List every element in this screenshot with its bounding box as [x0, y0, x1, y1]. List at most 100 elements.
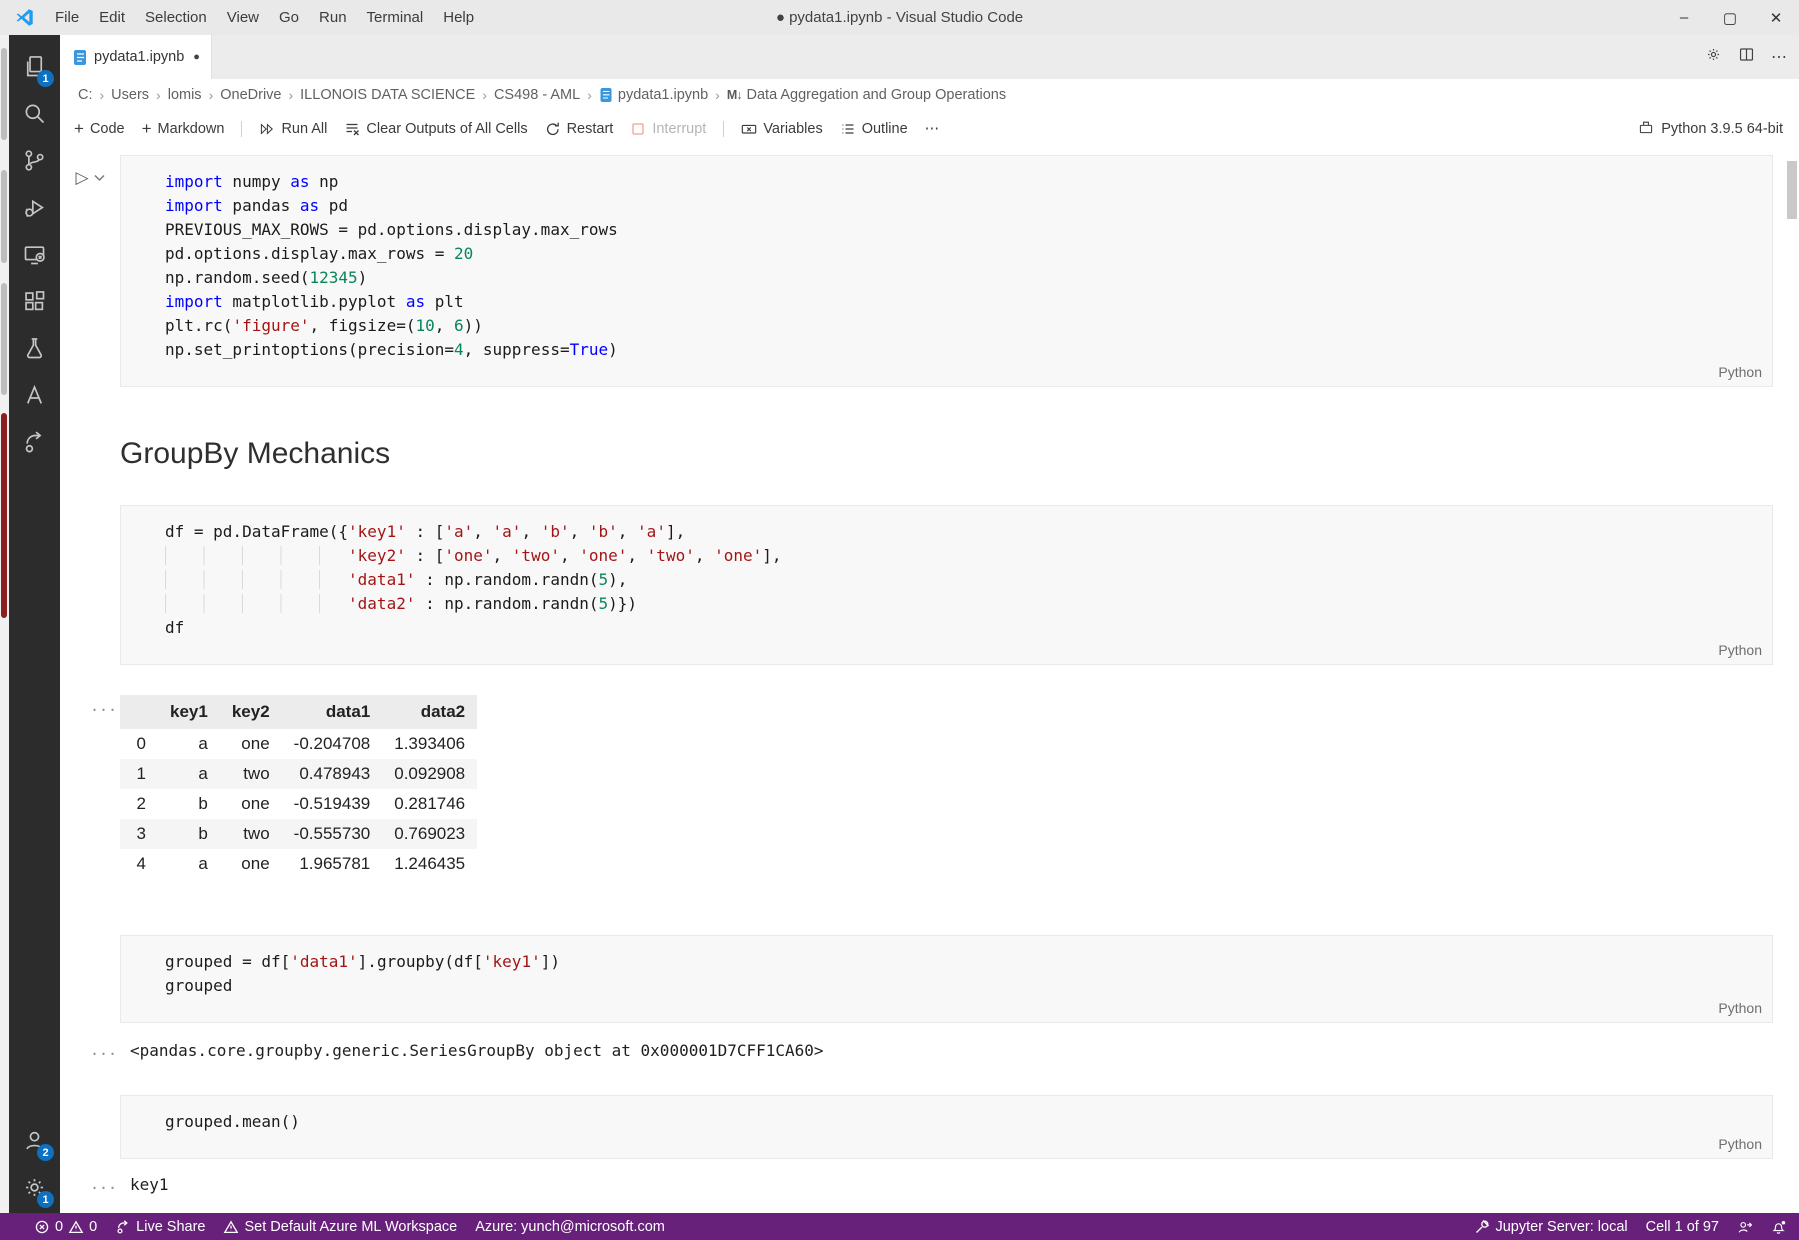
code-cell-1: ▷ import numpy as npimport pandas as pdP… — [60, 155, 1799, 387]
activity-source-control[interactable] — [9, 139, 60, 186]
menu-view[interactable]: View — [217, 0, 269, 35]
breadcrumb-item[interactable]: lomis — [168, 87, 202, 103]
status-label: 0 — [89, 1219, 97, 1235]
code-line: grouped.mean() — [165, 1110, 1772, 1134]
table-cell: -0.519439 — [282, 789, 383, 819]
cell-editor[interactable]: df = pd.DataFrame({'key1' : ['a', 'a', '… — [120, 505, 1773, 665]
scrollbar-thumb[interactable] — [1787, 161, 1797, 219]
more-actions-button[interactable]: ⋯ — [1771, 47, 1787, 67]
titlebar: FileEditSelectionViewGoRunTerminalHelp ●… — [0, 0, 1799, 35]
run-all-button[interactable]: Run All — [259, 121, 327, 137]
outline-button[interactable]: Outline — [840, 121, 908, 137]
notebook-icon — [599, 87, 613, 103]
run-all-icon — [259, 121, 275, 137]
breadcrumb-item[interactable]: pydata1.ipynb — [599, 87, 708, 103]
activity-run-debug[interactable] — [9, 186, 60, 233]
run-cell-button[interactable]: ▷ — [75, 169, 88, 186]
status-notifications[interactable] — [1771, 1213, 1787, 1240]
cell-gutter — [60, 935, 120, 1023]
activity-accounts[interactable]: 2 — [9, 1119, 60, 1166]
code-line: import matplotlib.pyplot as plt — [165, 290, 1772, 314]
maximize-button[interactable]: ▢ — [1707, 0, 1753, 35]
markdown-cell[interactable]: GroupBy Mechanics — [120, 437, 1799, 477]
status-live-share[interactable]: Live Share — [115, 1213, 205, 1240]
more-actions-icon: ⋯ — [1771, 49, 1787, 66]
code-line: import numpy as np — [165, 170, 1772, 194]
code-line: np.set_printoptions(precision=4, suppres… — [165, 338, 1772, 362]
table-row: 2bone-0.5194390.281746 — [120, 789, 477, 819]
activity-search[interactable] — [9, 92, 60, 139]
status-problems[interactable]: 00 — [34, 1213, 97, 1240]
split-editor-button[interactable] — [1738, 46, 1755, 68]
cell-editor[interactable]: grouped.mean() Python — [120, 1095, 1773, 1159]
tab-actions: ⋯ — [1705, 35, 1787, 79]
table-cell: one — [220, 849, 282, 879]
more-toolbar-actions-button[interactable]: ⋯ — [925, 121, 940, 137]
cell-gutter — [60, 505, 120, 665]
breadcrumb-label: OneDrive — [220, 87, 281, 103]
menu-selection[interactable]: Selection — [135, 0, 217, 35]
status-cell-indicator[interactable]: Cell 1 of 97 — [1646, 1213, 1719, 1240]
activity-extensions[interactable] — [9, 280, 60, 327]
status-jupyter-server[interactable]: Jupyter Server: local — [1474, 1213, 1627, 1240]
activity-live-share[interactable] — [9, 421, 60, 468]
output-collapse-button[interactable]: ... — [60, 1173, 120, 1197]
table-row: 0aone-0.2047081.393406 — [120, 729, 477, 759]
close-button[interactable]: ✕ — [1753, 0, 1799, 35]
breadcrumb-separator: › — [715, 87, 720, 103]
activity-azure[interactable] — [9, 374, 60, 421]
notebook-toolbar: +Code +Markdown Run All Clear Outputs of Al… — [60, 111, 1799, 147]
menu-terminal[interactable]: Terminal — [357, 0, 434, 35]
menu-run[interactable]: Run — [309, 0, 357, 35]
feedback-icon — [1737, 1219, 1753, 1235]
table-cell: two — [220, 759, 282, 789]
clear-outputs-button[interactable]: Clear Outputs of All Cells — [344, 121, 527, 137]
breadcrumb-item[interactable]: C: — [78, 87, 93, 103]
activity-test[interactable] — [9, 327, 60, 374]
add-code-button[interactable]: +Code — [74, 121, 125, 137]
menu-go[interactable]: Go — [269, 0, 309, 35]
status-label: Set Default Azure ML Workspace — [244, 1219, 457, 1235]
chevron-down-icon[interactable] — [94, 169, 105, 187]
dataframe-table: key1key2data1data20aone-0.2047081.393406… — [120, 695, 477, 879]
markdown-icon: M↓ — [727, 88, 742, 102]
badge: 1 — [37, 70, 54, 87]
markdown-heading: GroupBy Mechanics — [120, 437, 1799, 471]
menu-edit[interactable]: Edit — [89, 0, 135, 35]
menu-help[interactable]: Help — [433, 0, 484, 35]
status-feedback[interactable] — [1737, 1213, 1753, 1240]
status-azure-ml-workspace[interactable]: Set Default Azure ML Workspace — [223, 1213, 457, 1240]
settings-gear-button[interactable] — [1705, 46, 1722, 68]
breadcrumb-item[interactable]: Users — [111, 87, 149, 103]
table-cell: 4 — [120, 849, 158, 879]
cell-language-label: Python — [165, 1134, 1772, 1156]
activity-settings[interactable]: 1 — [9, 1166, 60, 1213]
tab-pydata1-ipynb[interactable]: pydata1.ipynb ● — [60, 35, 212, 79]
extensions-icon — [21, 288, 48, 320]
minimize-button[interactable]: – — [1661, 0, 1707, 35]
output-collapse-button[interactable]: ... — [60, 1039, 120, 1063]
breadcrumb-item[interactable]: CS498 - AML — [494, 87, 580, 103]
activity-explorer[interactable]: 1 — [9, 45, 60, 92]
output-collapse-button[interactable]: ... — [60, 695, 120, 879]
breadcrumb-item[interactable]: OneDrive — [220, 87, 281, 103]
add-markdown-button[interactable]: +Markdown — [142, 121, 225, 137]
breadcrumb-item[interactable]: M↓Data Aggregation and Group Operations — [727, 87, 1006, 103]
variables-button[interactable]: Variables — [741, 121, 822, 137]
kernel-picker[interactable]: Python 3.9.5 64-bit — [1638, 119, 1783, 139]
jupyter-icon — [1474, 1219, 1490, 1235]
toolbar-separator — [723, 121, 724, 137]
menu-file[interactable]: File — [45, 0, 89, 35]
cell-editor[interactable]: grouped = df['data1'].groupby(df['key1']… — [120, 935, 1773, 1023]
azure-icon — [21, 382, 48, 414]
cell-editor[interactable]: import numpy as npimport pandas as pdPRE… — [120, 155, 1773, 387]
test-icon — [21, 335, 48, 367]
table-cell: a — [158, 849, 220, 879]
breadcrumb-item[interactable]: ILLONOIS DATA SCIENCE — [300, 87, 475, 103]
cell-language-label: Python — [165, 640, 1772, 662]
activity-remote-explorer[interactable] — [9, 233, 60, 280]
column-header — [120, 695, 158, 729]
breadcrumb-separator: › — [100, 87, 105, 103]
status-azure-account[interactable]: Azure: yunch@microsoft.com — [475, 1213, 665, 1240]
restart-button[interactable]: Restart — [545, 121, 614, 137]
